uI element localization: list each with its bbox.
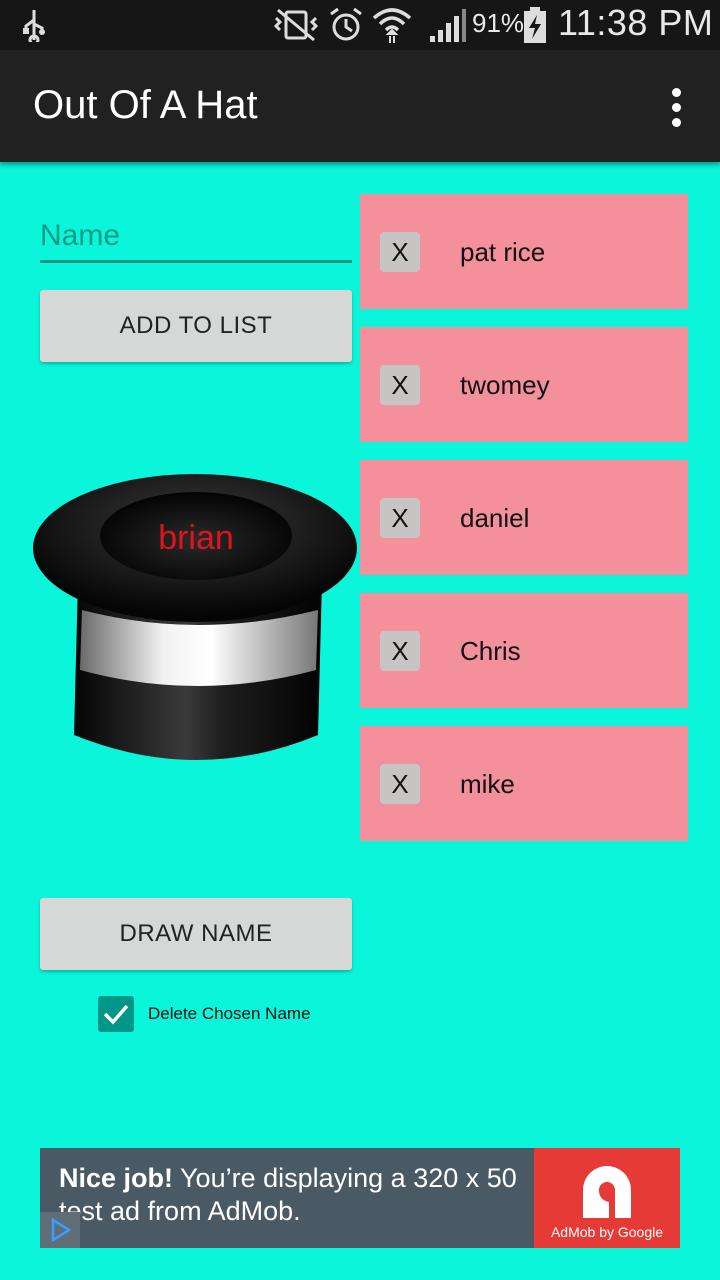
name-field — [40, 212, 352, 264]
list-item: X daniel — [360, 460, 688, 575]
remove-name-button[interactable]: X — [380, 498, 420, 538]
admob-icon — [583, 1166, 631, 1218]
more-vert-icon[interactable] — [660, 86, 694, 130]
ad-choices-icon[interactable] — [40, 1212, 80, 1248]
remove-name-button[interactable]: X — [380, 631, 420, 671]
alarm-icon — [330, 7, 362, 41]
app-title: Out Of A Hat — [33, 83, 258, 127]
add-to-list-button[interactable]: ADD TO LIST — [40, 290, 352, 362]
battery-charging-icon — [524, 7, 546, 43]
admob-logo: AdMob by Google — [534, 1148, 680, 1248]
clock: 11:38 PM — [558, 2, 714, 43]
usb-icon — [23, 10, 45, 42]
remove-name-button[interactable]: X — [380, 764, 420, 804]
list-item-name: daniel — [460, 503, 530, 533]
list-item: X mike — [360, 726, 688, 841]
list-item: X Chris — [360, 593, 688, 708]
drawn-name: brian — [158, 519, 234, 557]
name-input[interactable] — [40, 212, 352, 263]
delete-chosen-name-label: Delete Chosen Name — [148, 1004, 311, 1023]
app-bar: Out Of A Hat — [0, 50, 720, 162]
list-item-name: Chris — [460, 636, 521, 666]
top-hat-image[interactable] — [30, 470, 360, 775]
list-item-name: mike — [460, 769, 515, 799]
ad-text: Nice job! You’re displaying a 320 x 50 t… — [59, 1162, 539, 1228]
delete-chosen-name-checkbox[interactable] — [98, 996, 134, 1032]
wifi-icon — [372, 8, 412, 43]
ad-headline: Nice job! — [59, 1163, 174, 1193]
signal-icon — [430, 9, 466, 42]
checkmark-icon — [103, 1004, 129, 1025]
status-bar: 91% 11:38 PM — [0, 0, 720, 50]
list-item: X twomey — [360, 327, 688, 442]
list-item-name: twomey — [460, 370, 550, 400]
list-item-name: pat rice — [460, 237, 546, 267]
ad-logo-caption: AdMob by Google — [550, 1224, 664, 1240]
draw-name-button[interactable]: DRAW NAME — [40, 898, 352, 970]
list-item: X pat rice — [360, 194, 688, 309]
remove-name-button[interactable]: X — [380, 232, 420, 272]
remove-name-button[interactable]: X — [380, 365, 420, 405]
battery-percent: 91% — [472, 8, 525, 38]
vibrate-mute-icon — [273, 8, 319, 42]
ad-banner[interactable]: Nice job! You’re displaying a 320 x 50 t… — [40, 1148, 680, 1248]
